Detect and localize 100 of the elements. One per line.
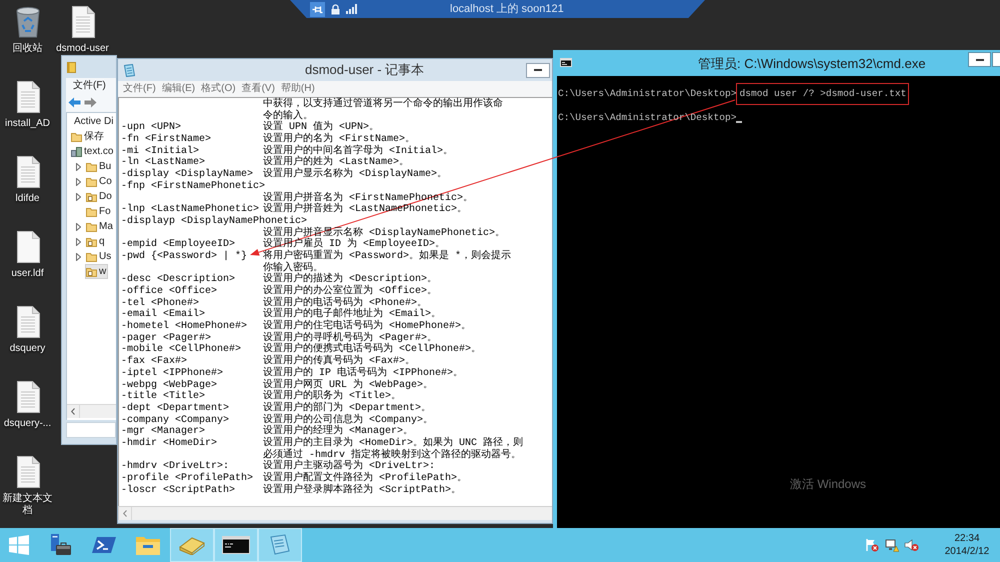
- tree-item[interactable]: Ma: [85, 219, 115, 234]
- option-text: -mgr <Manager>: [121, 426, 206, 438]
- description-text: 设置用户的名为 <FirstName>。: [263, 134, 416, 146]
- book-icon: [67, 62, 76, 72]
- desktop-shortcut[interactable]: dsmod-user: [55, 6, 110, 55]
- desktop-shortcut[interactable]: ldifde: [0, 156, 55, 205]
- option-text: -webpg <WebPage>: [121, 380, 218, 390]
- tree-item[interactable]: text.co: [70, 144, 116, 159]
- folder-icon: [86, 252, 97, 262]
- server-toolbox-icon: [48, 533, 72, 557]
- menu-item[interactable]: 帮助(H): [280, 83, 315, 95]
- console-icon: [222, 536, 250, 554]
- lock-icon: [331, 4, 340, 14]
- option-text: -pager <Pager#>: [121, 332, 212, 344]
- option-text: -upn <UPN>: [121, 122, 182, 134]
- folder-icon: [86, 206, 97, 216]
- tree-item[interactable]: Bu: [85, 159, 114, 174]
- command-text: dsmod user /? >dsmod-user.txt: [736, 82, 910, 106]
- option-text: -email <Email>: [121, 309, 206, 320]
- folder-icon: [86, 222, 97, 232]
- tree-item[interactable]: Us: [85, 249, 114, 264]
- folder-icon: [86, 162, 97, 172]
- window-title: dsmod-user - 记事本: [305, 61, 424, 80]
- option-text: -mi <Initial>: [121, 146, 200, 157]
- document-icon: [16, 81, 40, 113]
- clock-date[interactable]: 2014/2/12: [944, 545, 990, 558]
- option-text: -fnp <FirstNamePhonetic>: [121, 180, 266, 192]
- option-text: -lnp <LastNamePhonetic>: [121, 204, 260, 216]
- description-text: 设置用户显示名称为 <DisplayName>。: [263, 169, 448, 180]
- tree-item[interactable]: 保存: [70, 129, 106, 144]
- tree-item[interactable]: Fo: [85, 204, 113, 219]
- description-text: 设置用户网页 URL 为 <WebPage>。: [263, 380, 434, 390]
- option-text: -displayp <DisplayNamePhonetic>: [121, 216, 308, 227]
- maximize-button[interactable]: [992, 52, 1000, 67]
- unit-folder-icon: [86, 192, 97, 202]
- window-title: 管理员: C:\Windows\system32\cmd.exe: [698, 55, 926, 73]
- description-text: 令的输入。: [263, 110, 313, 122]
- forward-arrow-icon: [84, 97, 97, 108]
- console-icon: [560, 58, 572, 67]
- description-text: 设置用户的电话号码为 <Phone#>。: [263, 298, 428, 309]
- option-text: -display <DisplayName>: [121, 169, 254, 180]
- description-text: 将用户密码重置为 <Password>。如果是 *，则会提示: [263, 250, 512, 262]
- prompt-text: C:\Users\Administrator\Desktop>: [558, 86, 736, 101]
- description-text: 设置用户登录脚本路径为 <ScriptPath>。: [263, 484, 462, 496]
- description-text: 设置用户的职务为 <Title>。: [263, 391, 402, 402]
- menu-item[interactable]: 格式(O): [201, 83, 236, 95]
- description-text: 设置用户的住宅电话号码为 <HomePhone#>。: [263, 321, 472, 332]
- option-text: -ln <LastName>: [121, 157, 206, 168]
- menu-item[interactable]: 查看(V): [242, 83, 275, 95]
- unit-folder-icon: [86, 266, 97, 276]
- desktop-shortcut[interactable]: user.ldf: [0, 231, 55, 280]
- back-arrow-icon: [68, 97, 81, 108]
- tree-item[interactable]: Do: [85, 189, 114, 204]
- desktop-shortcut[interactable]: 回收站: [0, 6, 55, 55]
- description-text: 必须通过 -hmdrv 指定将被映射到这个路径的驱动器号。: [263, 450, 522, 461]
- minimize-icon: [976, 58, 984, 60]
- description-text: 设置用户的主目录为 <HomeDir>。如果为 UNC 路径，则: [263, 438, 524, 449]
- desktop-shortcut[interactable]: install_AD: [0, 81, 55, 130]
- minimize-button[interactable]: [968, 52, 991, 67]
- description-text: 中获得，以支持通过管道将另一个命令的输出用作该命: [263, 99, 503, 110]
- signal-icon: [346, 4, 357, 14]
- description-text: 设置 UPN 值为 <UPN>。: [263, 122, 380, 134]
- pin-button[interactable]: [310, 2, 325, 16]
- speaker-muted-icon: [904, 538, 919, 552]
- clock-time[interactable]: 22:34: [954, 532, 980, 545]
- description-text: 设置用户的姓为 <LastName>。: [263, 157, 410, 168]
- option-text: -profile <ProfilePath>: [121, 473, 254, 484]
- description-text: 设置用户的部门为 <Department>。: [263, 402, 432, 414]
- tree-item[interactable]: Co: [85, 174, 114, 189]
- desktop-shortcut[interactable]: 新建文本文档: [0, 456, 55, 517]
- option-text: -loscr <ScriptPath>: [121, 484, 236, 496]
- menu-item[interactable]: 文件(F): [123, 83, 156, 95]
- folder-icon: [71, 132, 82, 142]
- document-icon: [16, 381, 40, 413]
- chevron-left-icon: [123, 510, 127, 517]
- option-text: -title <Title>: [121, 391, 206, 402]
- activation-notice: 激活 Windows: [790, 476, 866, 493]
- notepad-icon: [268, 534, 292, 556]
- tree-item[interactable]: w: [85, 264, 108, 279]
- taskbar-button[interactable]: [214, 528, 258, 562]
- option-text: -mobile <CellPhone#>: [121, 344, 242, 356]
- description-text: 设置用户的描述为 <Description>。: [263, 274, 438, 286]
- desktop-shortcut[interactable]: dsquery: [0, 306, 55, 355]
- desktop-shortcut[interactable]: dsquery-...: [0, 381, 55, 430]
- option-text: -pwd {<Password> | *}: [121, 250, 248, 263]
- chevron-left-icon: [71, 408, 75, 415]
- description-text: 设置用户的中间名首字母为 <Initial>。: [263, 146, 454, 157]
- tree-item[interactable]: q: [85, 234, 107, 249]
- description-text: 设置用户的 IP 电话号码为 <IPPhone#>。: [263, 368, 464, 379]
- description-text: 设置用户主驱动器号为 <DriveLtr>:: [263, 461, 436, 472]
- menu-item[interactable]: 编辑(E): [162, 83, 196, 95]
- document-icon: [16, 456, 40, 488]
- document-icon: [16, 156, 40, 188]
- flag-icon: [865, 538, 879, 552]
- windows-logo-icon: [9, 535, 29, 555]
- minimize-button[interactable]: [526, 62, 550, 78]
- option-text: -company <Company>: [121, 414, 230, 426]
- description-text: 设置用户的电子邮件地址为 <Email>。: [263, 309, 442, 320]
- tree-item[interactable]: Active Di: [73, 114, 116, 129]
- powershell-icon: [92, 535, 116, 555]
